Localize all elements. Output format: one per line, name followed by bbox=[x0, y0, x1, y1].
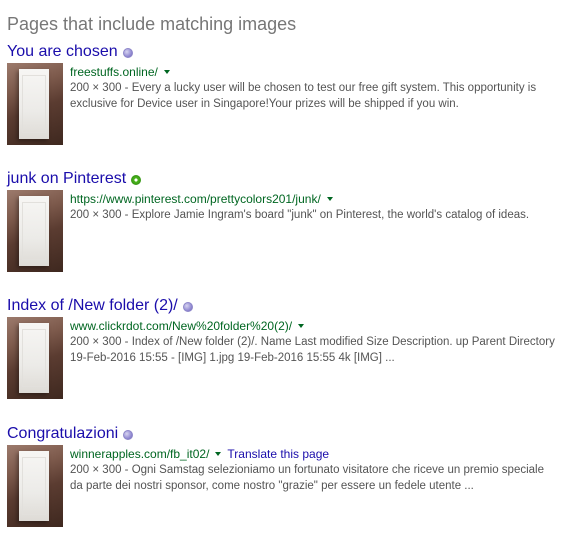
translate-link[interactable]: Translate this page bbox=[227, 447, 329, 461]
status-indicator-icon bbox=[131, 175, 142, 185]
search-result: You are chosen freestuffs.online/ 200 × … bbox=[7, 42, 559, 145]
url-dropdown-caret-icon[interactable] bbox=[215, 451, 222, 456]
result-snippet: 200 × 300 - Index of /New folder (2)/. N… bbox=[70, 336, 555, 364]
result-url[interactable]: https://www.pinterest.com/prettycolors20… bbox=[70, 192, 321, 206]
result-url[interactable]: freestuffs.online/ bbox=[70, 65, 158, 79]
search-result: Congratulazioni winnerapples.com/fb_it02… bbox=[7, 424, 559, 527]
visited-indicator-icon bbox=[123, 430, 134, 440]
result-thumbnail[interactable] bbox=[7, 190, 63, 272]
result-snippet: 200 × 300 - Ogni Samstag selezioniamo un… bbox=[70, 464, 544, 492]
visited-indicator-icon bbox=[122, 48, 133, 58]
search-result: Index of /New folder (2)/ www.clickrdot.… bbox=[7, 296, 559, 399]
url-dropdown-caret-icon[interactable] bbox=[298, 323, 305, 328]
result-url[interactable]: winnerapples.com/fb_it02/ bbox=[70, 447, 209, 461]
url-dropdown-caret-icon[interactable] bbox=[326, 196, 333, 201]
url-dropdown-caret-icon[interactable] bbox=[163, 69, 170, 74]
result-title-link[interactable]: Congratulazioni bbox=[7, 425, 118, 443]
visited-indicator-icon bbox=[182, 302, 193, 312]
result-snippet: 200 × 300 - Every a lucky user will be c… bbox=[70, 82, 537, 110]
result-snippet: 200 × 300 - Explore Jamie Ingram's board… bbox=[70, 209, 530, 221]
result-title-link[interactable]: You are chosen bbox=[7, 43, 118, 61]
result-title-link[interactable]: junk on Pinterest bbox=[7, 170, 126, 188]
result-thumbnail[interactable] bbox=[7, 317, 63, 399]
section-heading: Pages that include matching images bbox=[7, 14, 297, 34]
result-title-link[interactable]: Index of /New folder (2)/ bbox=[7, 297, 178, 315]
search-result: junk on Pinterest https://www.pinterest.… bbox=[7, 169, 559, 272]
result-thumbnail[interactable] bbox=[7, 445, 63, 527]
result-url[interactable]: www.clickrdot.com/New%20folder%20(2)/ bbox=[70, 319, 292, 333]
result-thumbnail[interactable] bbox=[7, 63, 63, 145]
